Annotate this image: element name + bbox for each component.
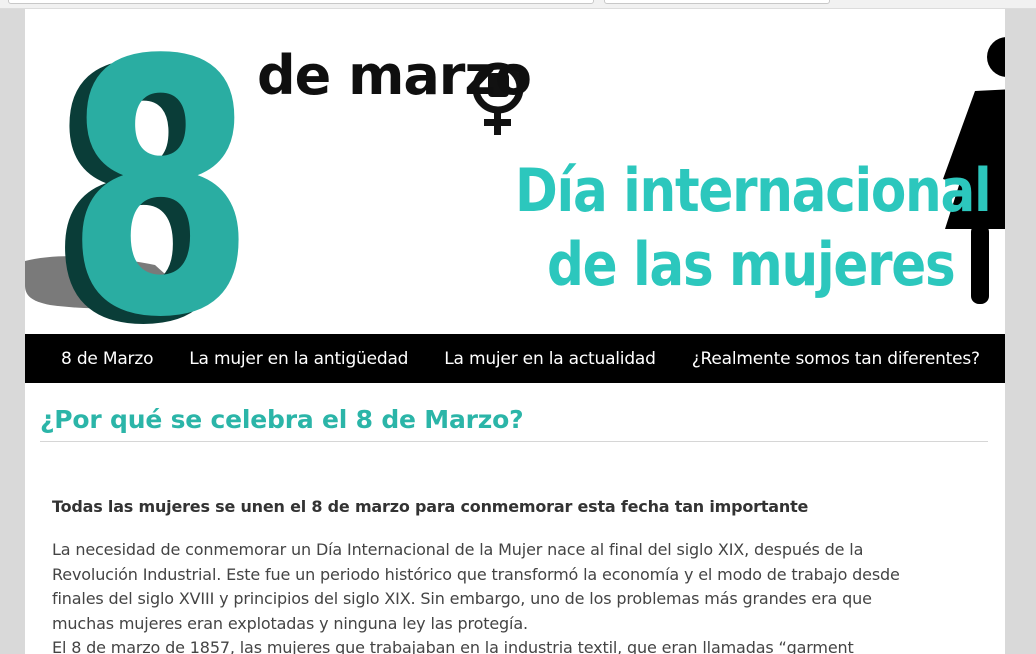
article-body: La necesidad de conmemorar un Día Intern… xyxy=(52,538,912,654)
article-title: ¿Por qué se celebra el 8 de Marzo? xyxy=(40,405,524,434)
title-divider xyxy=(40,441,988,442)
window-margin xyxy=(1005,9,1036,654)
nav-item-antiguedad[interactable]: La mujer en la antigüedad xyxy=(171,349,426,369)
main-nav: 8 de Marzo La mujer en la antigüedad La … xyxy=(25,334,1005,383)
nav-item-8-de-marzo[interactable]: 8 de Marzo xyxy=(25,349,171,369)
search-field[interactable] xyxy=(604,0,830,4)
eight-face: 8 xyxy=(66,9,256,334)
banner-heading-line2: de las mujeres xyxy=(547,230,956,300)
header-banner: 8 8 de marzo Día internacional de las mu… xyxy=(25,9,1005,334)
page: 8 8 de marzo Día internacional de las mu… xyxy=(25,9,1005,654)
banner-title: de marzo xyxy=(257,44,532,107)
nav-item-diferentes[interactable]: ¿Realmente somos tan diferentes? xyxy=(674,349,998,369)
nav-item-actualidad[interactable]: La mujer en la actualidad xyxy=(426,349,673,369)
article-paragraph: El 8 de marzo de 1857, las mujeres que t… xyxy=(52,638,854,654)
article-paragraph: La necesidad de conmemorar un Día Intern… xyxy=(52,540,900,633)
browser-toolbar xyxy=(0,0,1036,9)
big-eight-graphic: 8 8 xyxy=(48,9,255,334)
address-field[interactable] xyxy=(8,0,594,4)
article-lead: Todas las mujeres se unen el 8 de marzo … xyxy=(52,497,809,516)
banner-heading-line1: Día internacional xyxy=(515,156,992,226)
